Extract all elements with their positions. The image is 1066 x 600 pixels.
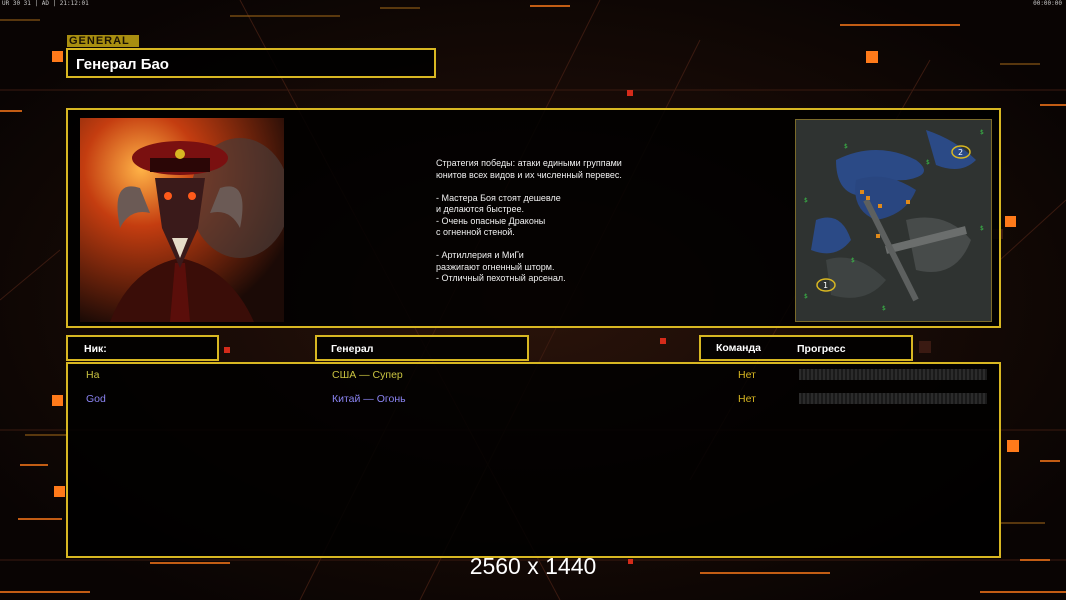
general-portrait xyxy=(80,118,284,322)
clock-readout: 00:00:00 xyxy=(1033,0,1062,7)
svg-text:$: $ xyxy=(926,159,930,166)
load-progress-bar xyxy=(799,369,987,380)
map-preview: $ $ $ $ $ $ $ $ 2 1 xyxy=(795,119,992,322)
general-header-label: Генерал xyxy=(331,343,374,355)
column-header-nick: Ник: xyxy=(66,335,219,361)
player-general: Китай — Огонь xyxy=(332,393,406,405)
column-header-general: Генерал xyxy=(315,335,529,361)
general-info-panel: Стратегия победы: атаки едиными группами… xyxy=(66,108,1001,328)
nick-header-label: Ник: xyxy=(84,343,107,355)
player-nick: God xyxy=(86,393,106,405)
svg-text:$: $ xyxy=(851,257,855,264)
column-header-team-progress: Команда Прогресс xyxy=(699,335,913,361)
start-position-1: 1 xyxy=(823,281,828,290)
team-header-label: Команда xyxy=(716,342,761,354)
player-team: Нет xyxy=(738,369,756,381)
player-general: США — Супер xyxy=(332,369,403,381)
strategy-description: Стратегия победы: атаки едиными группами… xyxy=(436,158,622,283)
load-progress-bar xyxy=(799,393,987,404)
resolution-label: 2560 x 1440 xyxy=(469,553,597,579)
progress-header-label: Прогресс xyxy=(797,343,846,355)
svg-text:$: $ xyxy=(980,129,984,136)
svg-text:$: $ xyxy=(980,225,984,232)
svg-text:$: $ xyxy=(844,143,848,150)
player-row: God Китай — Огонь Нет xyxy=(68,390,999,408)
general-name: Генерал Бао xyxy=(76,56,169,73)
start-position-2: 2 xyxy=(958,148,963,157)
general-title-box: Генерал Бао xyxy=(66,48,436,78)
general-tag: GENERAL xyxy=(67,35,139,47)
player-row: Ha США — Супер Нет xyxy=(68,366,999,384)
svg-text:$: $ xyxy=(804,293,808,300)
svg-text:$: $ xyxy=(804,197,808,204)
player-nick: Ha xyxy=(86,369,100,381)
player-list: Ha США — Супер Нет God Китай — Огонь Нет xyxy=(66,362,1001,558)
svg-text:$: $ xyxy=(882,305,886,312)
system-status-readout: UR 30 31 | AD | 21:12:01 xyxy=(2,0,89,7)
player-team: Нет xyxy=(738,393,756,405)
